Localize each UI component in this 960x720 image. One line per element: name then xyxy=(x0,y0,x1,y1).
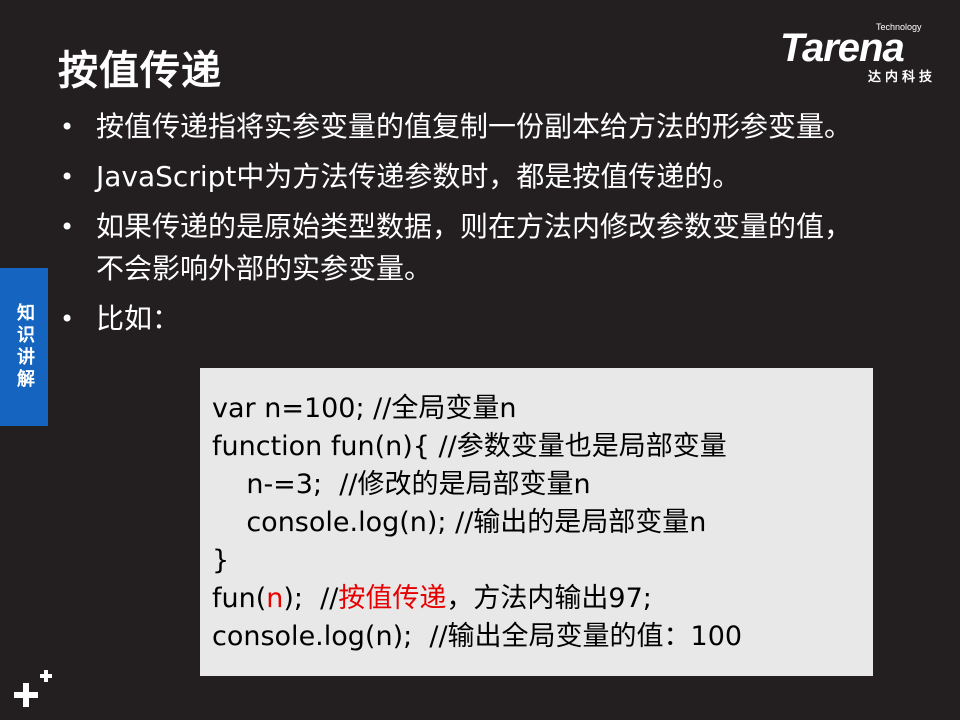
plus-icon xyxy=(14,670,52,707)
bullet-item: • 按值传递指将实参变量的值复制一份副本给方法的形参变量。 xyxy=(58,106,878,148)
bullet-list: • 按值传递指将实参变量的值复制一份副本给方法的形参变量。 • JavaScri… xyxy=(58,106,878,348)
side-tab: 知识讲解 xyxy=(0,268,48,426)
code-example: var n=100; //全局变量n function fun(n){ //参数… xyxy=(200,368,873,676)
bullet-dot-icon: • xyxy=(60,113,75,141)
bullet-dot-icon: • xyxy=(60,213,75,241)
bullet-item: • 比如： xyxy=(58,298,878,340)
code-line: console.log(n); //输出全局变量的值：100 xyxy=(212,621,743,652)
logo-wordmark: Tarena xyxy=(780,26,905,70)
code-highlight: n xyxy=(266,583,284,614)
slide-title: 按值传递 xyxy=(58,48,222,94)
code-fragment: fun( xyxy=(212,583,267,614)
code-highlight: 按值传递 xyxy=(338,583,447,614)
bullet-item: • 如果传递的是原始类型数据，则在方法内修改参数变量的值，不会影响外部的实参变量… xyxy=(58,206,878,290)
code-line: } xyxy=(212,545,230,576)
code-line: function fun(n){ //参数变量也是局部变量 xyxy=(212,431,727,462)
bullet-dot-icon: • xyxy=(60,163,75,191)
logo-chinese-name: 达内科技 xyxy=(868,70,937,85)
code-fragment: ，方法内输出97; xyxy=(446,583,652,614)
side-tab-label: 知识讲解 xyxy=(14,303,35,391)
code-line: n-=3; //修改的是局部变量n xyxy=(212,469,591,500)
code-line: var n=100; //全局变量n xyxy=(212,393,517,424)
tarena-logo: Tarena Technology 达内科技 xyxy=(780,22,950,85)
bullet-text: 按值传递指将实参变量的值复制一份副本给方法的形参变量。 xyxy=(96,110,853,143)
code-line: console.log(n); //输出的是局部变量n xyxy=(212,507,707,538)
logo-technology: Technology xyxy=(876,22,922,32)
code-line: fun(n); //按值传递，方法内输出97; xyxy=(212,580,863,618)
bullet-dot-icon: • xyxy=(60,305,75,333)
code-fragment: ); // xyxy=(283,583,339,614)
bullet-text: JavaScript中为方法传递参数时，都是按值传递的。 xyxy=(96,160,741,193)
bullet-item: • JavaScript中为方法传递参数时，都是按值传递的。 xyxy=(58,156,878,198)
bullet-text: 比如： xyxy=(96,302,181,335)
bullet-text: 如果传递的是原始类型数据，则在方法内修改参数变量的值，不会影响外部的实参变量。 xyxy=(96,210,853,285)
